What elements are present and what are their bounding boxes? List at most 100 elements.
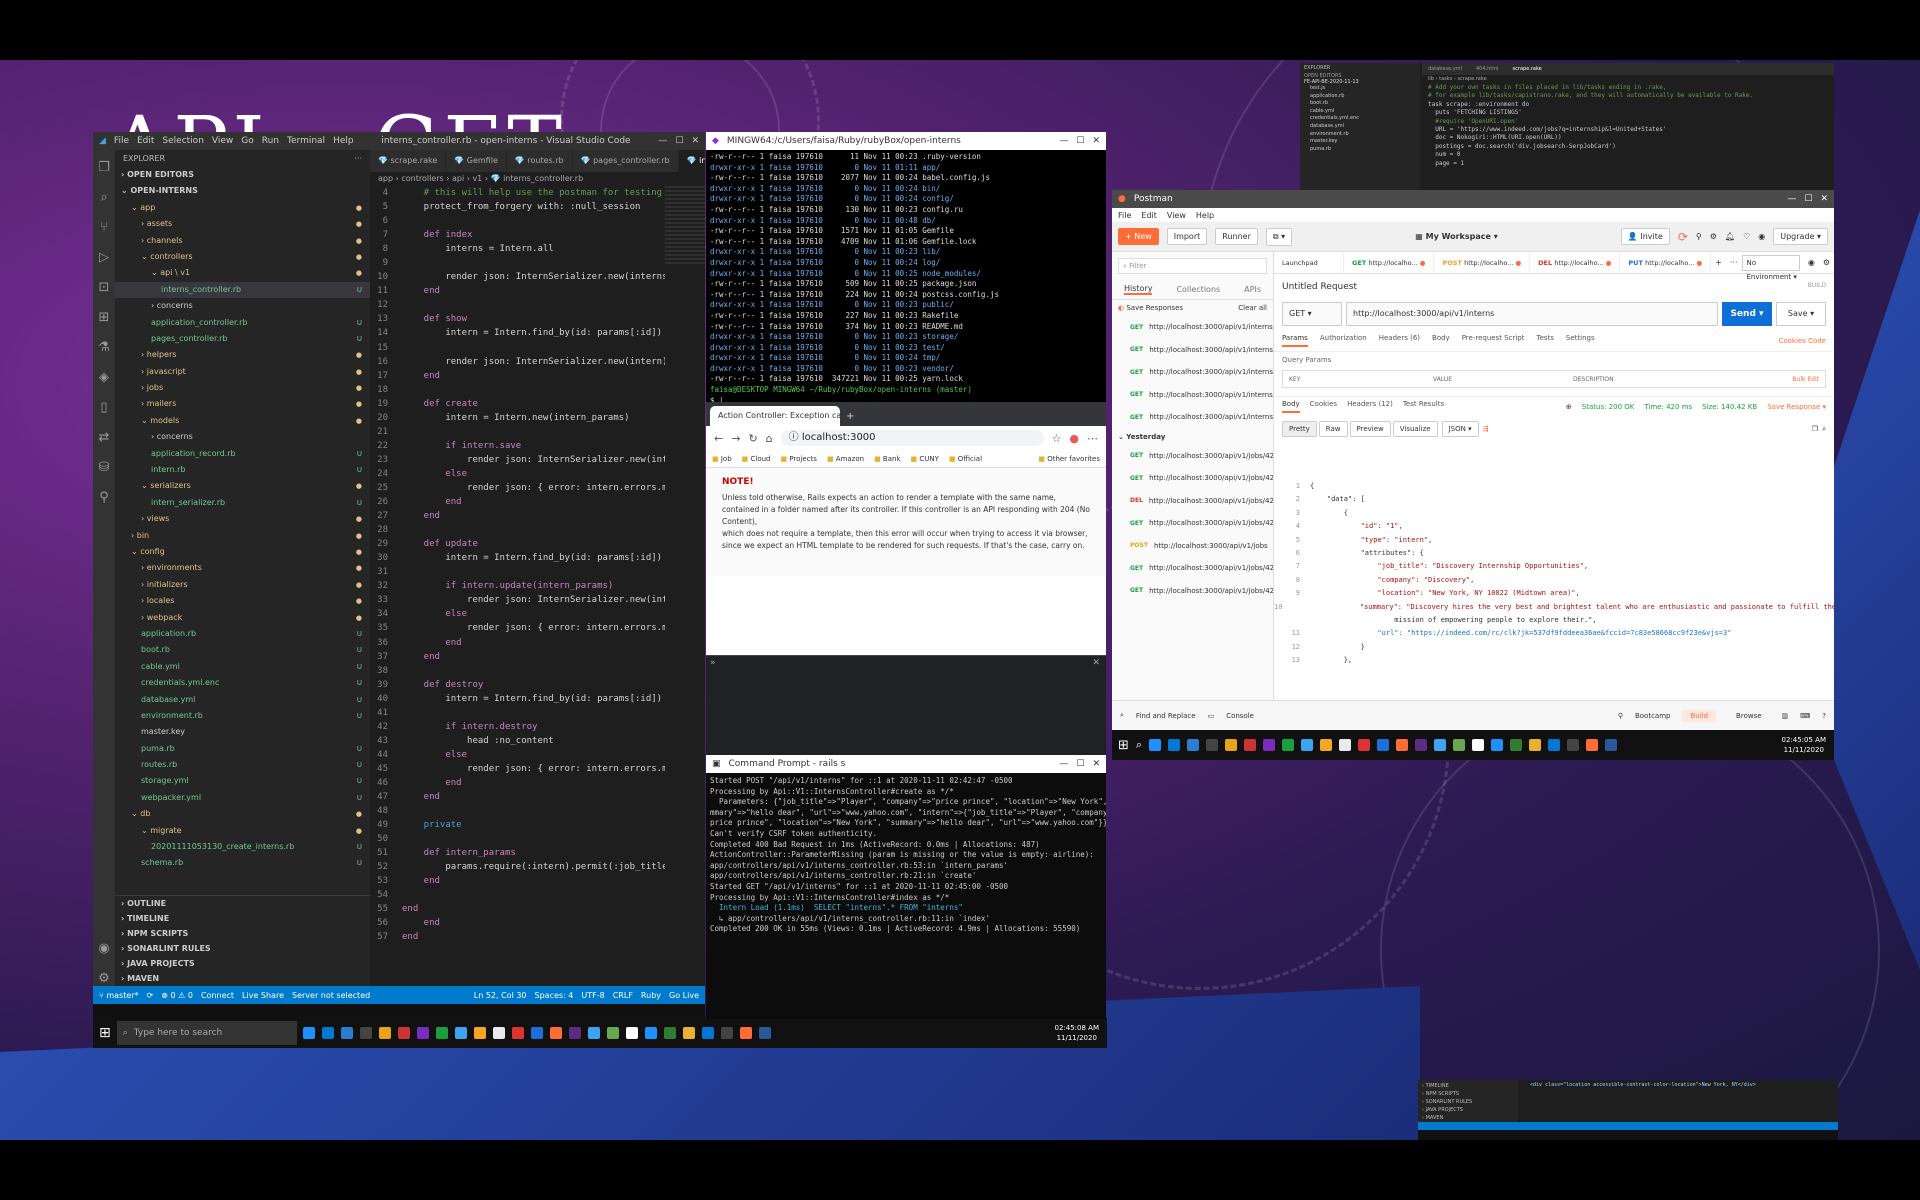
bookmark-item[interactable]: Amazon [827, 455, 864, 463]
browser-tab[interactable]: Action Controller: Exception ca [710, 406, 840, 426]
sidebar-section-header[interactable]: › SONARLINT RULES [1422, 1098, 1514, 1106]
history-item[interactable]: GET http://localhost:3000/api/v1/jobs/429 [1112, 512, 1273, 535]
status-item[interactable]: ⊗ 0 ⚠ 0 [161, 991, 193, 1000]
taskbar-app-icon[interactable] [739, 1027, 752, 1039]
menu-item-view[interactable]: View [212, 136, 233, 146]
taskbar-app-icon[interactable] [1225, 739, 1238, 751]
sidebar-section-header[interactable]: › SONARLINT RULES [115, 941, 370, 956]
scrape-file-item[interactable]: cable.yml [1300, 108, 1420, 116]
taskbar-app-icon[interactable] [359, 1027, 372, 1039]
scrape-tab[interactable]: 404.html [1476, 63, 1499, 75]
windows-start-icon[interactable]: ⊞ [99, 1025, 111, 1041]
tree-item[interactable]: › concerns [115, 429, 370, 445]
taskbar-app-icon[interactable] [1434, 739, 1447, 751]
copy-icon[interactable]: ❐ [1812, 425, 1818, 433]
format-select[interactable]: JSON ▾ [1441, 421, 1479, 437]
sidebar-section-header[interactable]: › TIMELINE [115, 911, 370, 926]
run-debug-icon[interactable]: ▷ [99, 250, 109, 265]
taskbar-app-icon[interactable] [1377, 739, 1390, 751]
menu-item-help[interactable]: Help [1196, 211, 1214, 220]
taskbar-app-icon[interactable] [1244, 739, 1257, 751]
request-tab[interactable]: GET http://localho... ● [1344, 251, 1435, 274]
taskbar-app-icon[interactable] [1605, 739, 1618, 751]
taskbar-app-icon[interactable] [321, 1027, 334, 1039]
taskbar-app-icon[interactable] [1149, 739, 1162, 751]
new-window-button[interactable]: ⧉ ▾ [1265, 227, 1293, 246]
satellite-icon[interactable]: ⚲ [1696, 232, 1702, 241]
scrape-file-item[interactable]: credentials.yml.enc [1300, 115, 1420, 123]
tree-item[interactable]: ⌄ db ● [115, 806, 370, 822]
invite-button[interactable]: 👤 Invite [1620, 228, 1670, 245]
request-tab[interactable]: PUT http://localho... ● [1620, 251, 1712, 274]
tree-item[interactable]: ⌄ config ● [115, 544, 370, 560]
response-tab[interactable]: Body [1282, 400, 1300, 413]
tree-item[interactable]: ⌄ models ● [115, 413, 370, 429]
sync-icon[interactable]: ⟳ [1678, 230, 1688, 244]
forward-icon[interactable]: → [731, 432, 740, 445]
request-tab[interactable]: Launchpad [1274, 251, 1344, 274]
taskbar-app-icon[interactable] [1510, 739, 1523, 751]
tree-item[interactable]: › assets ● [115, 216, 370, 232]
taskbar-app-icon[interactable] [1339, 739, 1352, 751]
minimize-icon[interactable]: — [1059, 136, 1068, 146]
maximize-icon[interactable]: ☐ [1076, 136, 1084, 146]
request-tab[interactable]: DEL http://localho... ● [1530, 251, 1621, 274]
tree-item[interactable]: › javascript ● [115, 364, 370, 380]
new-tab-icon[interactable]: + [846, 411, 854, 422]
live-share-icon[interactable]: ⇄ [99, 430, 110, 445]
tree-item[interactable]: intern.rb U [115, 462, 370, 478]
home-icon[interactable]: ⌂ [766, 432, 773, 445]
config-tab[interactable]: Params [1282, 334, 1308, 347]
history-item[interactable]: GET http://localhost:3000/api/v1/interns [1112, 361, 1273, 384]
editor-tab[interactable]: 💎 routes.rb [507, 150, 573, 172]
tree-item[interactable]: ⌄ migrate ● [115, 823, 370, 839]
upgrade-button[interactable]: Upgrade ▾ [1773, 228, 1828, 245]
back-icon[interactable]: ← [714, 432, 723, 445]
method-select[interactable]: GET ▾ [1282, 302, 1342, 326]
taskbar-app-icon[interactable] [1415, 739, 1428, 751]
history-item[interactable]: GET http://localhost:3000/api/v1/interns/… [1112, 384, 1273, 407]
taskbar-app-icon[interactable] [473, 1027, 486, 1039]
more-tabs-icon[interactable]: ··· [1726, 258, 1742, 267]
taskbar-app-icon[interactable] [454, 1027, 467, 1039]
tree-item[interactable]: application_controller.rb U [115, 315, 370, 331]
close-icon[interactable]: ✕ [691, 136, 699, 146]
more-icon[interactable]: ⋯ [1087, 432, 1098, 445]
clear-all-link[interactable]: Clear all [1238, 304, 1267, 312]
maximize-icon[interactable]: ☐ [1804, 194, 1812, 204]
status-item[interactable]: Server not selected [292, 991, 370, 1000]
help-icon[interactable]: ? [1822, 712, 1826, 720]
tree-item[interactable]: › jobs ● [115, 380, 370, 396]
taskbar-app-icon[interactable] [701, 1027, 714, 1039]
search-icon[interactable]: ⌕ [1136, 738, 1142, 752]
search-icon[interactable]: ⌕ [100, 190, 107, 205]
history-item[interactable]: GET http://localhost:3000/api/v1/interns [1112, 406, 1273, 429]
config-tab[interactable]: Settings [1566, 334, 1595, 347]
minimize-icon[interactable]: — [658, 136, 667, 146]
address-bar[interactable]: ⓘ localhost:3000 [780, 430, 1044, 446]
tree-item[interactable]: › helpers ● [115, 347, 370, 363]
editor-tab[interactable]: 💎 Gemfile [446, 150, 507, 172]
status-item[interactable]: Ruby [641, 991, 661, 1000]
tree-item[interactable]: application.rb U [115, 626, 370, 642]
files-icon[interactable]: ❐ [98, 160, 110, 175]
taskbar-app-icon[interactable] [1187, 739, 1200, 751]
cookies-code-links[interactable]: Cookies Code [1778, 337, 1826, 345]
close-icon[interactable]: ✕ [1092, 658, 1100, 668]
other-bookmarks[interactable]: Other favorites [1038, 455, 1100, 463]
env-settings-icon[interactable]: ⚙ [1819, 258, 1834, 267]
taskbar-app-icon[interactable] [416, 1027, 429, 1039]
settings-gear-icon[interactable]: ⚙ [98, 971, 110, 986]
sidebar-tab-collections[interactable]: Collections [1176, 285, 1220, 294]
taskbar-app-icon[interactable] [1529, 739, 1542, 751]
tree-item[interactable]: storage.yml U [115, 773, 370, 789]
status-item[interactable]: UTF-8 [581, 991, 604, 1000]
bootcamp-button[interactable]: Bootcamp [1635, 712, 1671, 720]
yesterday-group[interactable]: ⌄ Yesterday [1112, 429, 1273, 445]
scrape-tab[interactable]: database.yml [1428, 63, 1462, 75]
environment-select[interactable]: No Environment ▾ [1741, 254, 1800, 281]
tree-item[interactable]: credentials.yml.enc U [115, 675, 370, 691]
taskbar-app-icon[interactable] [492, 1027, 505, 1039]
taskbar-app-icon[interactable] [511, 1027, 524, 1039]
taskbar-app-icon[interactable] [378, 1027, 391, 1039]
